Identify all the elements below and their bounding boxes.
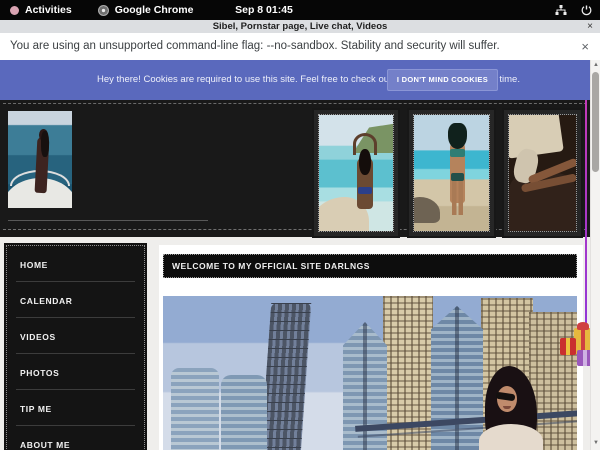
scroll-up-icon[interactable]: ▲ xyxy=(591,61,600,69)
header-thumbnail-couch[interactable] xyxy=(502,108,583,238)
sidebar-item-label: ABOUT ME xyxy=(20,440,70,450)
chrome-infobar: You are using an unsupported command-lin… xyxy=(0,33,600,60)
main-photo-dubai[interactable] xyxy=(163,296,577,450)
system-tray[interactable] xyxy=(555,0,592,20)
power-icon xyxy=(581,5,592,16)
sidebar-item-label: CALENDAR xyxy=(20,296,73,306)
scrollbar-thumb[interactable] xyxy=(592,72,599,172)
app-menu-google-chrome[interactable]: Google Chrome xyxy=(98,4,194,16)
header-thumbnail-beach-bikini[interactable] xyxy=(407,108,496,238)
building xyxy=(221,375,267,450)
cookie-accept-button[interactable]: I DON'T MIND COOKIES xyxy=(387,69,498,91)
woman-shoulder xyxy=(479,424,543,450)
scroll-down-icon[interactable]: ▼ xyxy=(591,439,600,447)
sidebar-item-calendar[interactable]: CALENDAR xyxy=(16,282,135,318)
gift-widget-string xyxy=(585,100,587,336)
gnome-top-bar: Activities Google Chrome Sep 8 01:45 xyxy=(0,0,600,20)
sidebar-item-videos[interactable]: VIDEOS xyxy=(16,318,135,354)
sidebar-item-about-me[interactable]: ABOUT ME xyxy=(16,426,135,450)
couch-scene xyxy=(509,115,576,231)
activities-button[interactable]: Activities xyxy=(10,4,72,16)
cookie-consent-bar: Hey there! Cookies are required to use t… xyxy=(0,60,590,100)
header-photo-boat[interactable] xyxy=(8,111,72,208)
app-menu-label: Google Chrome xyxy=(115,4,194,16)
sidebar-item-photos[interactable]: PHOTOS xyxy=(16,354,135,390)
page-scrollbar[interactable]: ▲ ▼ xyxy=(590,60,600,450)
sidebar-menu: HOME CALENDAR VIDEOS PHOTOS TIP ME ABOUT… xyxy=(7,246,144,450)
activities-label: Activities xyxy=(25,4,72,16)
infobar-close-icon[interactable]: × xyxy=(581,33,589,60)
sidebar-item-label: PHOTOS xyxy=(20,368,59,378)
sidebar-item-home[interactable]: HOME xyxy=(16,246,135,282)
welcome-banner: WELCOME TO MY OFFICIAL SITE DARLNGS xyxy=(163,254,577,278)
header-thumbnail-beach-arms[interactable] xyxy=(312,108,400,238)
sidebar-item-label: VIDEOS xyxy=(20,332,56,342)
sidebar-item-tip-me[interactable]: TIP ME xyxy=(16,390,135,426)
building xyxy=(171,368,219,450)
header-divider-line xyxy=(8,220,208,221)
person-hair xyxy=(41,131,49,157)
infobar-message: You are using an unsupported command-lin… xyxy=(10,33,500,60)
window-title-bar: Sibel, Pornstar page, Live chat, Videos … xyxy=(0,20,600,33)
welcome-title: WELCOME TO MY OFFICIAL SITE DARLNGS xyxy=(164,255,576,277)
window-close-icon[interactable]: × xyxy=(587,20,593,33)
beach-scene xyxy=(414,115,489,231)
activities-dot-icon xyxy=(10,6,19,15)
window-title: Sibel, Pornstar page, Live chat, Videos xyxy=(0,20,600,33)
screen: Activities Google Chrome Sep 8 01:45 Sib… xyxy=(0,0,600,450)
header-dashed-border-bottom xyxy=(3,229,587,230)
header-dashed-border-top xyxy=(3,103,587,104)
chrome-icon xyxy=(98,5,109,16)
sidebar-item-label: TIP ME xyxy=(20,404,52,414)
sidebar-item-label: HOME xyxy=(20,260,48,270)
twisted-tower xyxy=(261,303,311,450)
building xyxy=(431,306,483,450)
sidebar: HOME CALENDAR VIDEOS PHOTOS TIP ME ABOUT… xyxy=(6,245,145,450)
network-icon xyxy=(555,5,567,16)
cookie-message-pre: Hey there! Cookies are required to use t… xyxy=(97,74,411,85)
main-content: WELCOME TO MY OFFICIAL SITE DARLNGS xyxy=(159,245,583,450)
beach-scene xyxy=(319,115,393,231)
clock[interactable]: Sep 8 01:45 xyxy=(235,0,293,20)
